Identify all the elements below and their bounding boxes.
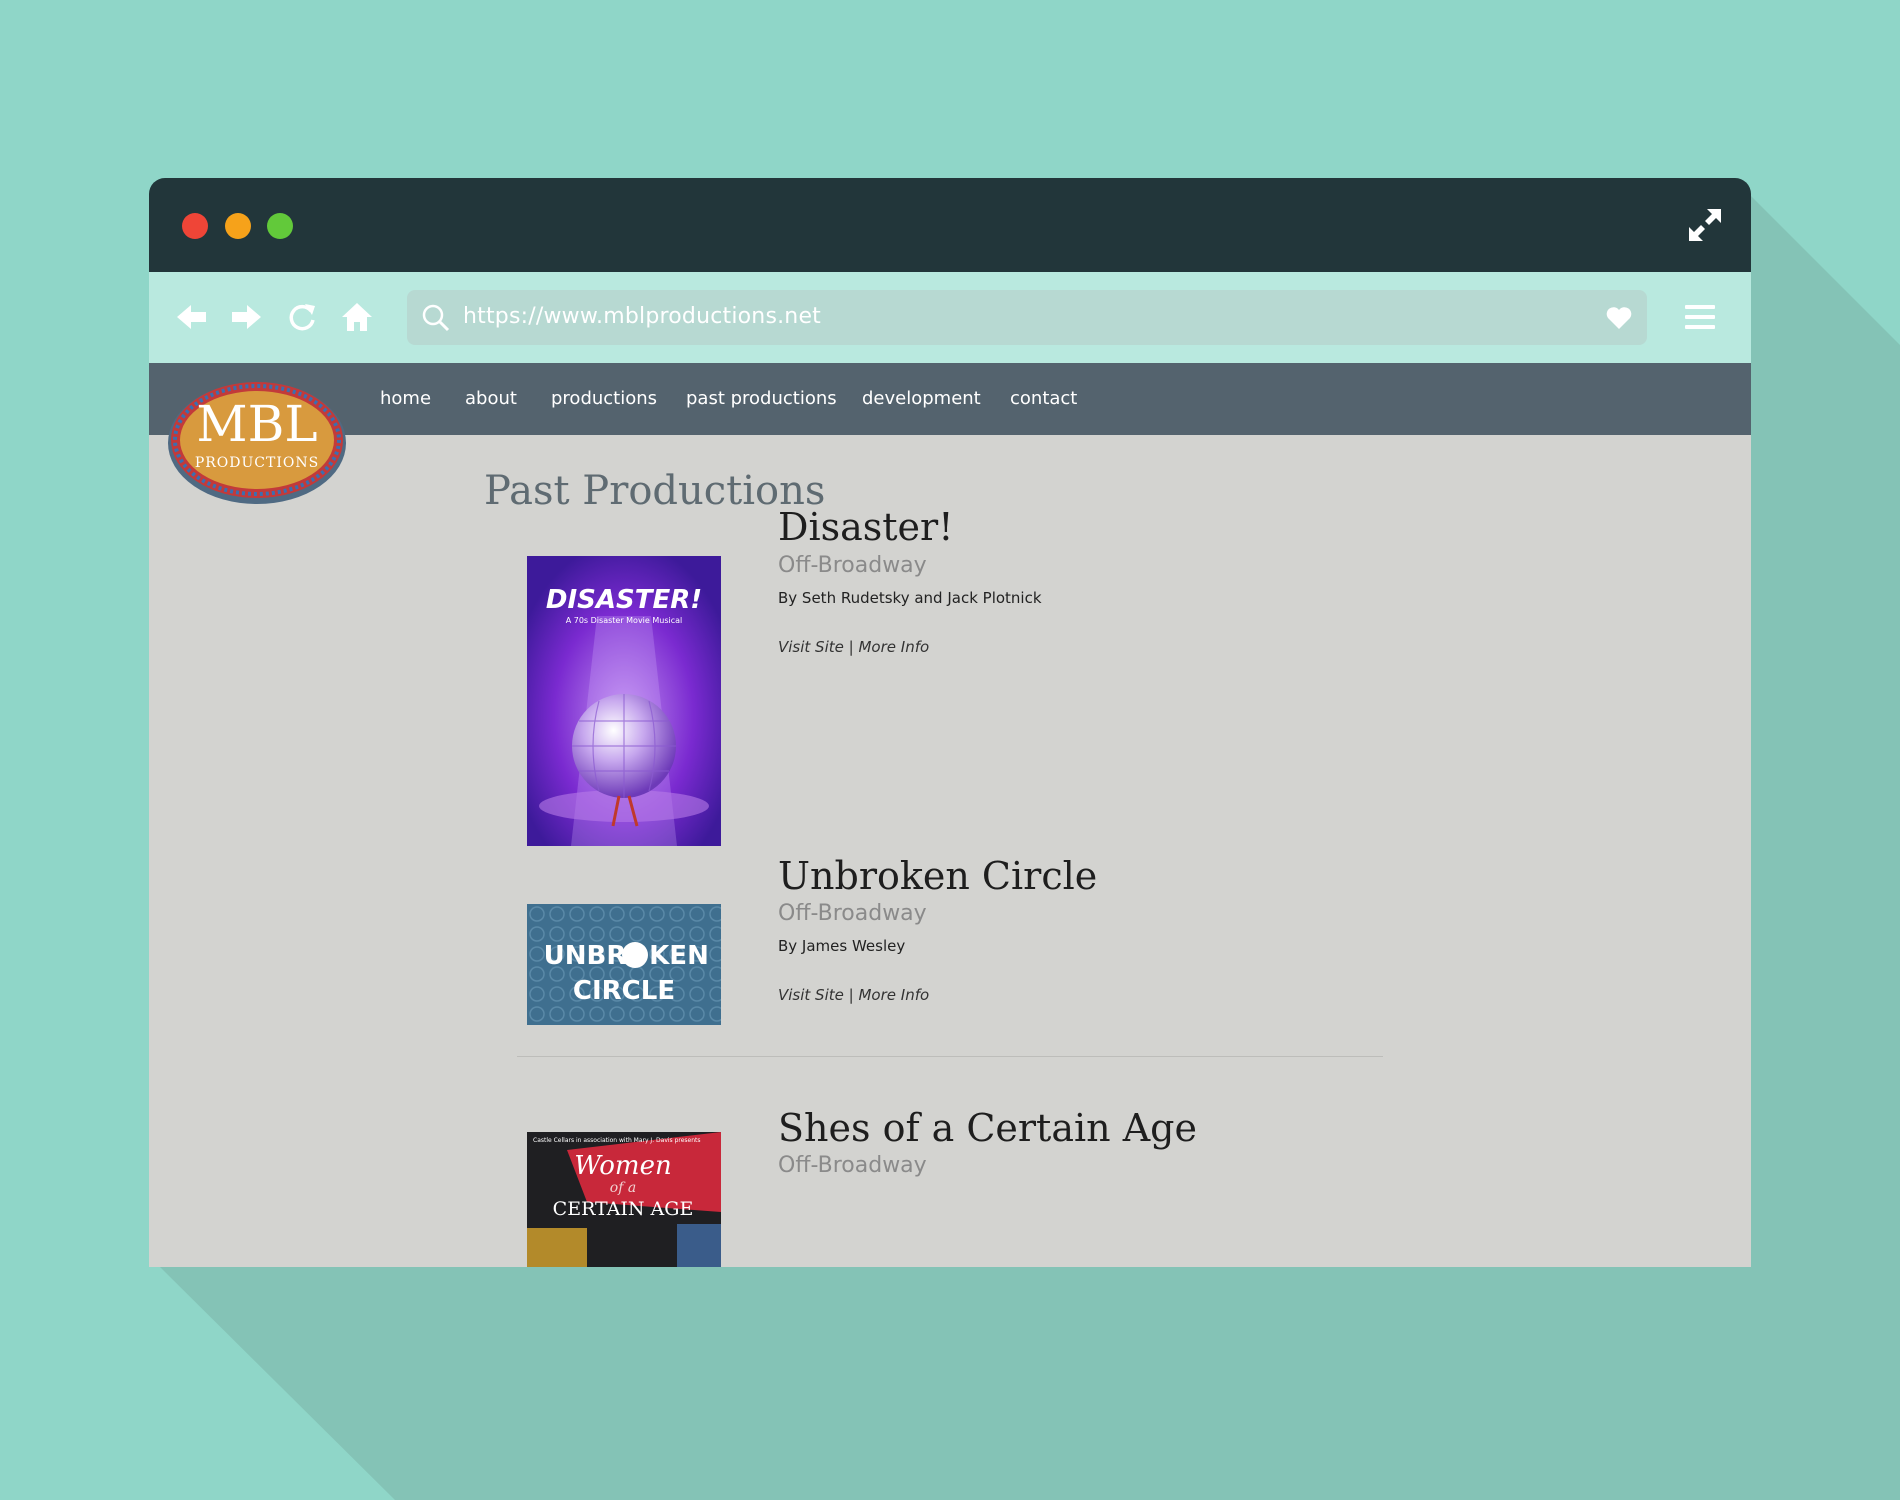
poster-of: of a bbox=[610, 1180, 636, 1196]
poster-tagline: A 70s Disaster Movie Musical bbox=[566, 616, 683, 625]
link-separator: | bbox=[848, 638, 854, 656]
minimize-dot[interactable] bbox=[225, 213, 251, 239]
production-credit: By James Wesley bbox=[778, 937, 906, 955]
search-icon bbox=[422, 304, 450, 332]
production-links: Visit Site | More Info bbox=[778, 638, 929, 656]
web-page: home about productions past productions … bbox=[149, 363, 1751, 1267]
nav-development[interactable]: development bbox=[862, 388, 981, 409]
arrow-left-icon[interactable] bbox=[175, 300, 209, 334]
url-text[interactable]: https://www.mblproductions.net bbox=[463, 304, 821, 329]
production-venue: Off-Broadway bbox=[778, 901, 927, 926]
poster-line1b: KEN bbox=[649, 941, 709, 971]
more-info-link[interactable]: More Info bbox=[858, 986, 929, 1004]
nav-home[interactable]: home bbox=[380, 388, 431, 409]
certain-age-poster-image[interactable]: Castle Cellars in association with Mary … bbox=[527, 1132, 721, 1267]
disaster-poster-image[interactable]: DISASTER! A 70s Disaster Movie Musical bbox=[527, 556, 721, 846]
hamburger-menu-icon[interactable] bbox=[1683, 300, 1717, 334]
production-title[interactable]: Unbroken Circle bbox=[778, 854, 1097, 898]
divider bbox=[517, 1056, 1383, 1057]
production-title[interactable]: Shes of a Certain Age bbox=[778, 1106, 1197, 1150]
heart-icon[interactable] bbox=[1605, 304, 1633, 332]
production-venue: Off-Broadway bbox=[778, 1153, 927, 1178]
nav-productions[interactable]: productions bbox=[551, 388, 657, 409]
logo-sub: PRODUCTIONS bbox=[195, 455, 319, 471]
logo-main: MBL bbox=[196, 395, 317, 453]
reload-icon[interactable] bbox=[285, 300, 319, 334]
expand-icon[interactable] bbox=[1687, 207, 1723, 243]
poster-bottom: CERTAIN AGE bbox=[553, 1198, 694, 1220]
poster-line2: CIRCLE bbox=[573, 976, 675, 1006]
production-title[interactable]: Disaster! bbox=[778, 505, 953, 549]
browser-window: https://www.mblproductions.net home abou… bbox=[149, 178, 1751, 1267]
arrow-right-icon[interactable] bbox=[229, 300, 263, 334]
nav-past-productions[interactable]: past productions bbox=[686, 388, 837, 409]
visit-site-link[interactable]: Visit Site bbox=[778, 638, 844, 656]
maximize-dot[interactable] bbox=[267, 213, 293, 239]
address-bar[interactable]: https://www.mblproductions.net bbox=[407, 290, 1647, 345]
page-title: Past Productions bbox=[484, 468, 826, 514]
nav-contact[interactable]: contact bbox=[1010, 388, 1077, 409]
poster-script: Women bbox=[574, 1151, 671, 1181]
link-separator: | bbox=[848, 986, 854, 1004]
unbroken-circle-poster-image[interactable]: UNBR KEN CIRCLE bbox=[527, 904, 721, 1025]
close-dot[interactable] bbox=[182, 213, 208, 239]
browser-toolbar: https://www.mblproductions.net bbox=[149, 272, 1751, 363]
nav-about[interactable]: about bbox=[465, 388, 517, 409]
site-nav: home about productions past productions … bbox=[149, 363, 1751, 435]
production-links: Visit Site | More Info bbox=[778, 986, 929, 1004]
poster-headline: DISASTER! bbox=[546, 585, 702, 615]
poster-top: Castle Cellars in association with Mary … bbox=[533, 1137, 701, 1144]
visit-site-link[interactable]: Visit Site bbox=[778, 986, 844, 1004]
site-logo[interactable]: MBL PRODUCTIONS bbox=[167, 379, 347, 505]
production-credit: By Seth Rudetsky and Jack Plotnick bbox=[778, 589, 1042, 607]
home-icon[interactable] bbox=[340, 300, 374, 334]
more-info-link[interactable]: More Info bbox=[858, 638, 929, 656]
title-bar bbox=[149, 178, 1751, 272]
production-venue: Off-Broadway bbox=[778, 553, 927, 578]
poster-line1a: UNBR bbox=[544, 941, 627, 971]
